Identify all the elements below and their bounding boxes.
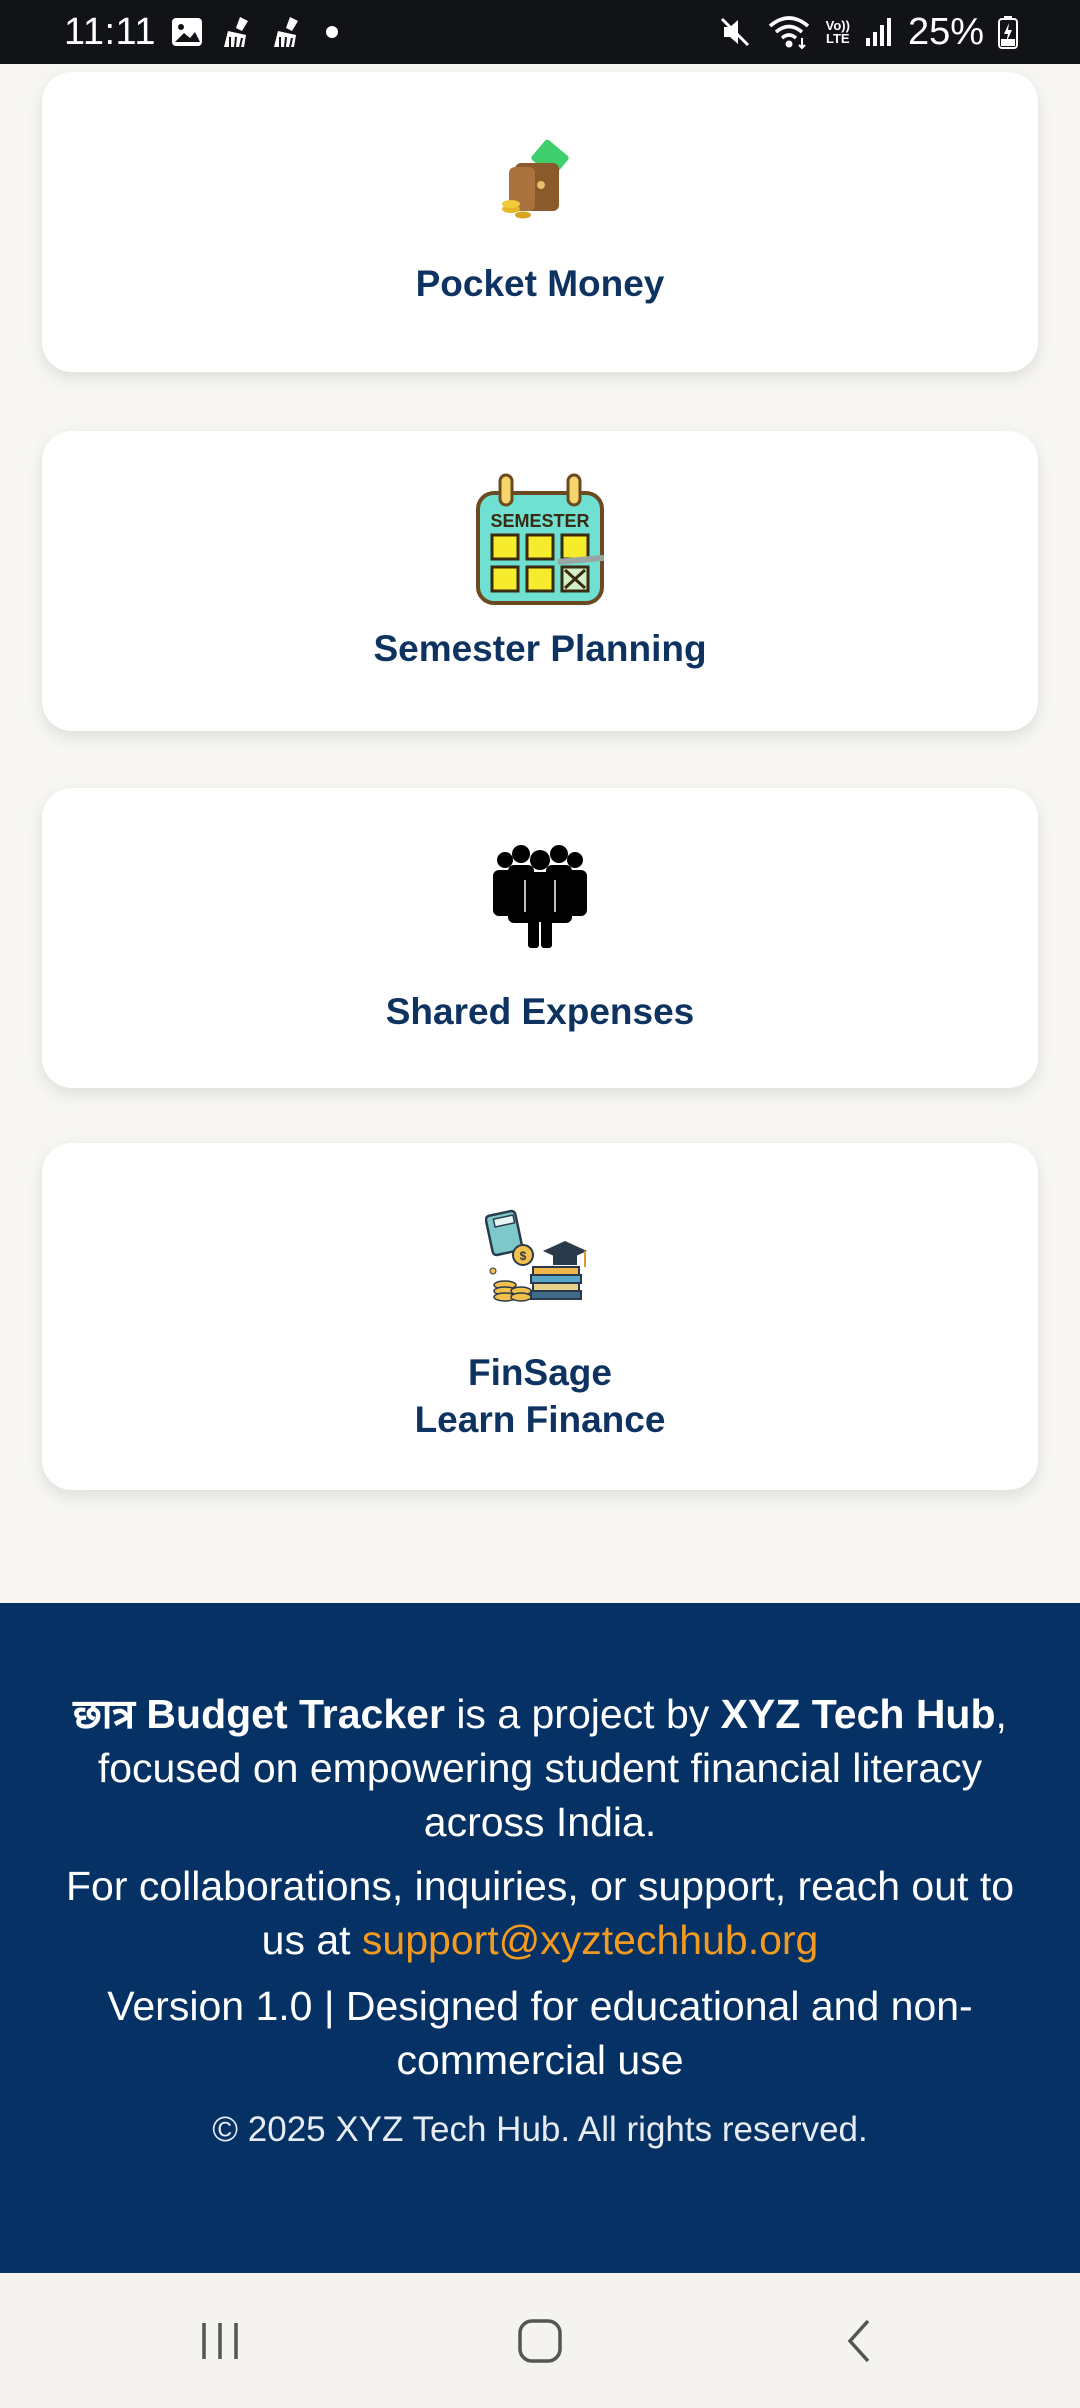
semester-calendar-icon: SEMESTER [470, 471, 610, 611]
semester-planning-card[interactable]: SEMESTER Semester Planning [42, 431, 1038, 731]
finsage-label: FinSage Learn Finance [415, 1349, 666, 1443]
status-right: Vo)) LTE 25% [718, 11, 1018, 54]
footer-contact: For collaborations, inquiries, or suppor… [40, 1859, 1040, 1967]
semester-planning-label: Semester Planning [373, 625, 706, 672]
home-button[interactable] [480, 2301, 600, 2381]
status-bar: 11:11 Vo)) LTE 25% [0, 0, 1080, 64]
battery-percentage: 25% [907, 10, 984, 53]
card-label-line: Shared Expenses [385, 991, 695, 1032]
footer-org-name: XYZ Tech Hub [720, 1691, 996, 1737]
finance-education-icon: $ [485, 1207, 595, 1307]
mute-icon [718, 15, 752, 49]
card-label-line: Learn Finance [414, 1399, 666, 1440]
cleaner-icon [218, 15, 254, 49]
finsage-card[interactable]: $ FinSage Learn Finance [42, 1143, 1038, 1490]
shared-expenses-card[interactable]: Shared Expenses [42, 788, 1038, 1088]
pocket-money-card[interactable]: Pocket Money [42, 72, 1038, 372]
cleaner-icon [268, 15, 304, 49]
footer-version: Version 1.0 | Designed for educational a… [107, 1983, 973, 2083]
support-email-link[interactable]: support@xyztechhub.org [362, 1917, 818, 1963]
footer: छात्र Budget Tracker is a project by XYZ… [0, 1603, 1080, 2273]
pocket-money-label: Pocket Money [416, 260, 665, 307]
system-navigation-bar [0, 2273, 1080, 2408]
card-label-line: Semester Planning [373, 628, 707, 669]
footer-copyright: © 2025 XYZ Tech Hub. All rights reserved… [212, 2110, 868, 2149]
notification-dot-icon [325, 26, 338, 38]
recent-apps-icon [202, 2322, 238, 2359]
status-left: 11:11 [64, 11, 338, 54]
group-people-icon [485, 840, 595, 950]
gallery-icon [170, 15, 204, 49]
footer-project-text: is a project by [444, 1691, 721, 1737]
back-button[interactable] [800, 2301, 920, 2381]
semester-icon-text: SEMESTER [490, 511, 589, 531]
volte-bottom-label: LTE [825, 31, 850, 46]
footer-brand-name: छात्र Budget Tracker [73, 1691, 445, 1737]
status-time: 11:11 [64, 10, 156, 53]
shared-expenses-label: Shared Expenses [386, 988, 694, 1035]
volte-icon: Vo)) LTE [826, 19, 850, 45]
svg-text:$: $ [520, 1249, 527, 1263]
back-icon [847, 2319, 870, 2362]
signal-icon [864, 16, 894, 48]
card-label-line: Pocket Money [415, 263, 665, 304]
wallet-icon [490, 132, 590, 232]
footer-about: छात्र Budget Tracker is a project by XYZ… [40, 1687, 1040, 1849]
card-label-line: FinSage [468, 1352, 612, 1393]
battery-charging-icon [998, 15, 1018, 49]
wifi-icon [766, 14, 812, 50]
recent-apps-button[interactable] [160, 2301, 280, 2381]
home-icon [518, 2318, 562, 2363]
